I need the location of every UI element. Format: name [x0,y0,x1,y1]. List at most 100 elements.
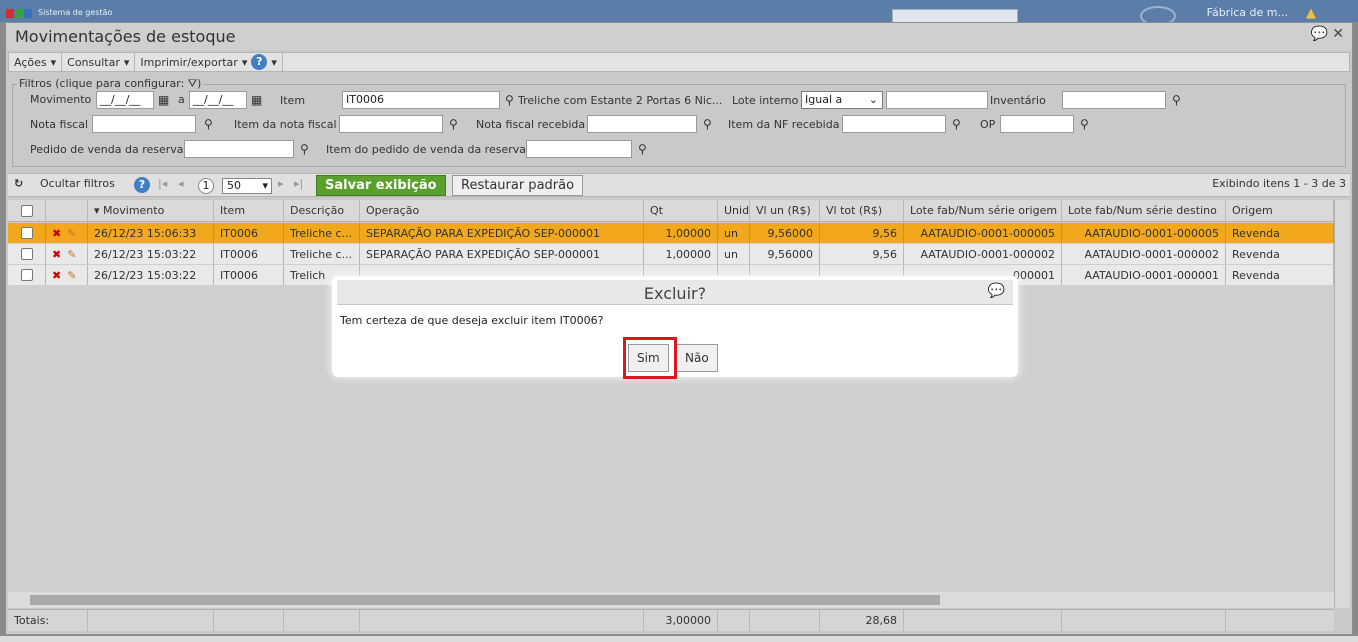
op-input[interactable] [1000,115,1074,133]
col-vl-un[interactable]: Vl un (R$) [750,200,820,221]
movimento-from-input[interactable]: __/__/__ [96,91,154,109]
page-size-value: 50 [227,179,241,192]
edit-pencil-icon[interactable]: ✎ [67,269,76,282]
hide-filters-button[interactable]: Ocultar filtros [40,177,115,190]
cell-movimento: 26/12/23 15:06:33 [88,223,214,243]
chevron-down-icon[interactable]: ▾ [271,56,277,69]
last-page-icon[interactable]: ▸| [294,177,303,190]
filters-legend-close: ) [197,77,202,90]
refresh-icon[interactable]: ↻ [14,177,23,190]
dialog-header: Excluir? 💬 [337,280,1013,305]
movimento-to-input[interactable]: __/__/__ [189,91,247,109]
totals-empty [214,610,284,631]
search-icon[interactable]: ⚲ [449,117,458,131]
next-page-icon[interactable]: ▸ [278,177,284,190]
col-unid[interactable]: Unid [718,200,750,221]
col-vl-tot[interactable]: Vl tot (R$) [820,200,904,221]
menu-consult[interactable]: Consultar ▾ [62,53,136,71]
search-icon[interactable]: ⚲ [703,117,712,131]
page-number[interactable]: 1 [198,178,214,194]
totals-empty [1062,610,1226,631]
notification-icon[interactable]: ▲ [1306,6,1316,21]
col-lote-destino[interactable]: Lote fab/Num série destino [1062,200,1226,221]
edit-pencil-icon[interactable]: ✎ [67,227,76,240]
delete-icon[interactable]: ✖ [52,227,61,240]
company-name[interactable]: Fábrica de m... [1207,6,1288,19]
item-nf-recebida-input[interactable] [842,115,946,133]
restore-default-button[interactable]: Restaurar padrão [452,175,584,196]
menu-print-export[interactable]: Imprimir/exportar ▾? ▾ [135,53,283,71]
cell-operacao: SEPARAÇÃO PARA EXPEDIÇÃO SEP-000001 [360,223,644,243]
table-row[interactable]: ✖ ✎ 26/12/23 15:06:33 IT0006 Treliche c..… [8,223,1334,243]
no-button[interactable]: Não [676,344,718,372]
filter-icon[interactable]: ⛛ [188,77,197,90]
yes-button-highlight [623,337,677,379]
actions-column-header [46,200,88,221]
totals-empty [360,610,644,631]
row-actions: ✖ ✎ [46,265,88,285]
horizontal-scrollbar[interactable] [8,592,1334,608]
speech-bubble-icon[interactable]: 💬 [1311,26,1328,42]
row-checkbox[interactable] [8,244,46,264]
search-icon[interactable]: ⚲ [1172,93,1181,107]
col-item[interactable]: Item [214,200,284,221]
item-input[interactable]: IT0006 [342,91,500,109]
item-pedido-venda-input[interactable] [526,140,632,158]
col-descricao[interactable]: Descrição [284,200,360,221]
search-icon[interactable]: ⚲ [638,142,647,156]
menu-consult-label: Consultar [67,55,120,69]
delete-icon[interactable]: ✖ [52,248,61,261]
calendar-icon[interactable]: ▦ [251,93,262,107]
lote-interno-option: Igual a [805,93,843,106]
inventario-label: Inventário [990,94,1046,107]
inventario-input[interactable] [1062,91,1166,109]
filters-panel: Filtros (clique para configurar: ⛛) Movi… [8,73,1350,170]
col-qt[interactable]: Qt [644,200,718,221]
table-row[interactable]: ✖ ✎ 26/12/23 15:03:22 IT0006 Treliche c..… [8,244,1334,264]
item-nota-fiscal-input[interactable] [339,115,443,133]
cell-lote-origem: AATAUDIO-0001-000002 [904,244,1062,264]
lote-interno-select[interactable]: Igual a ⌄ [801,91,883,109]
speech-bubble-icon[interactable]: 💬 [988,283,1005,299]
row-checkbox[interactable] [8,223,46,243]
pedido-venda-input[interactable] [184,140,294,158]
search-icon[interactable]: ⚲ [1080,117,1089,131]
search-icon[interactable]: ⚲ [505,93,514,107]
close-icon[interactable]: ✕ [1332,26,1344,42]
col-lote-origem[interactable]: Lote fab/Num série origem [904,200,1062,221]
menu-actions-label: Ações [14,55,47,69]
nota-fiscal-recebida-input[interactable] [587,115,697,133]
help-icon[interactable]: ? [251,54,268,70]
lote-interno-label: Lote interno [732,94,799,107]
filters-legend[interactable]: Filtros (clique para configurar: ⛛) [17,77,203,91]
help-icon[interactable]: ? [134,177,150,193]
nota-fiscal-input[interactable] [92,115,196,133]
col-operacao[interactable]: Operação [360,200,644,221]
scrollbar-thumb[interactable] [30,595,940,605]
prev-page-icon[interactable]: ◂ [178,177,184,190]
confirm-delete-dialog: Excluir? 💬 Tem certeza de que deseja exc… [332,276,1018,379]
search-icon[interactable]: ⚲ [204,117,213,131]
search-icon[interactable]: ⚲ [952,117,961,131]
col-movimento[interactable]: ▾ Movimento [88,200,214,221]
totals-empty [284,610,360,631]
date-to-label: a [178,93,185,106]
edit-pencil-icon[interactable]: ✎ [67,248,76,261]
menu-actions[interactable]: Ações ▾ [9,53,63,71]
save-view-button[interactable]: Salvar exibição [316,175,446,196]
col-origem[interactable]: Origem [1226,200,1334,221]
vertical-scrollbar[interactable] [1334,200,1350,608]
delete-icon[interactable]: ✖ [52,269,61,282]
nota-fiscal-label: Nota fiscal [30,118,89,131]
page-size-select[interactable]: 50 ▾ [222,178,272,194]
calendar-icon[interactable]: ▦ [158,93,169,107]
totals-empty [904,610,1062,631]
cell-origem: Revenda [1226,265,1334,285]
select-all-checkbox[interactable] [8,200,46,221]
movimento-label: Movimento [30,93,92,106]
global-search-input[interactable] [892,9,1018,23]
row-checkbox[interactable] [8,265,46,285]
search-icon[interactable]: ⚲ [300,142,309,156]
lote-interno-input[interactable] [886,91,988,109]
first-page-icon[interactable]: |◂ [158,177,167,190]
